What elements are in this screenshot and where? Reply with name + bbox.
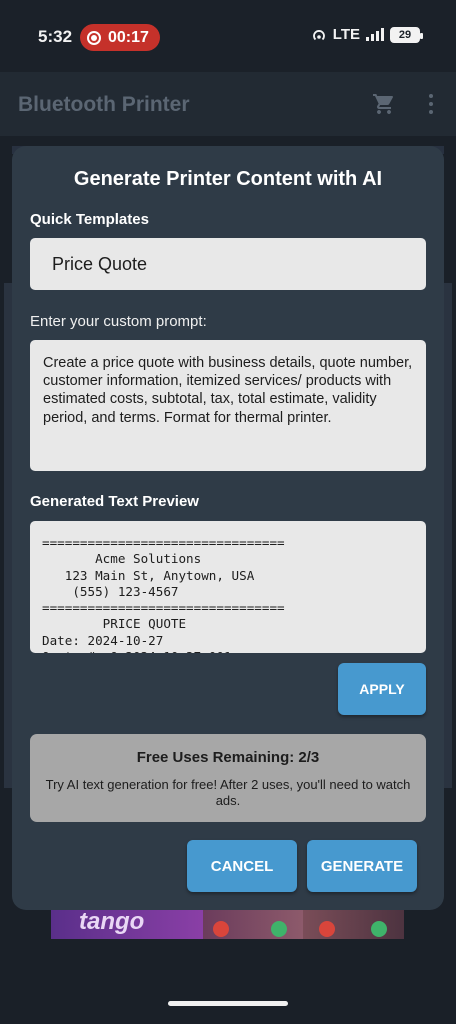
end-call-icon <box>213 921 229 937</box>
network-type: LTE <box>332 26 360 43</box>
free-uses-title: Free Uses Remaining: 2/3 <box>136 749 320 766</box>
free-uses-panel: Free Uses Remaining: 2/3 Try AI text gen… <box>30 734 426 822</box>
template-dropdown[interactable]: Price Quote <box>30 238 426 290</box>
apply-button[interactable]: APPLY <box>338 663 426 715</box>
custom-prompt-input[interactable]: Create a price quote with business detai… <box>30 340 426 471</box>
quick-templates-label: Quick Templates <box>30 211 149 228</box>
app-title: Bluetooth Printer <box>18 93 190 116</box>
generate-button[interactable]: GENERATE <box>307 840 417 892</box>
ai-generate-dialog: Generate Printer Content with AI Quick T… <box>12 146 444 910</box>
ad-panel: tango <box>51 906 203 939</box>
dialog-title: Generate Printer Content with AI <box>73 168 383 190</box>
generated-text-preview[interactable]: ================================ Acme So… <box>30 521 426 653</box>
ad-banner[interactable]: tango <box>51 906 404 939</box>
end-call-icon <box>319 921 335 937</box>
ad-panel <box>203 906 303 939</box>
clock: 5:32 <box>38 27 73 46</box>
system-icons: LTE 29 <box>311 26 423 43</box>
signal-icon <box>366 28 384 41</box>
more-options-icon[interactable] <box>428 94 434 114</box>
accept-call-icon <box>371 921 387 937</box>
recording-time: 00:17 <box>108 28 149 46</box>
status-bar: 5:32 00:17 LTE 29 <box>0 0 456 72</box>
selected-template: Price Quote <box>52 253 148 274</box>
free-uses-text: Try AI text generation for free! After 2… <box>45 777 411 808</box>
ad-logo: tango <box>79 908 145 935</box>
record-icon <box>87 30 101 45</box>
screen-recording-indicator[interactable]: 00:17 <box>80 24 160 51</box>
ad-panel <box>303 906 404 939</box>
cart-icon[interactable] <box>372 92 396 116</box>
cancel-button[interactable]: CANCEL <box>187 840 297 892</box>
battery-icon: 29 <box>390 26 423 43</box>
battery-level: 29 <box>398 28 412 41</box>
custom-prompt-label: Enter your custom prompt: <box>30 313 207 330</box>
accept-call-icon <box>271 921 287 937</box>
preview-text: ================================ Acme So… <box>42 535 285 653</box>
preview-label: Generated Text Preview <box>30 493 199 510</box>
home-indicator[interactable] <box>168 1001 288 1006</box>
hotspot-icon <box>312 29 325 40</box>
